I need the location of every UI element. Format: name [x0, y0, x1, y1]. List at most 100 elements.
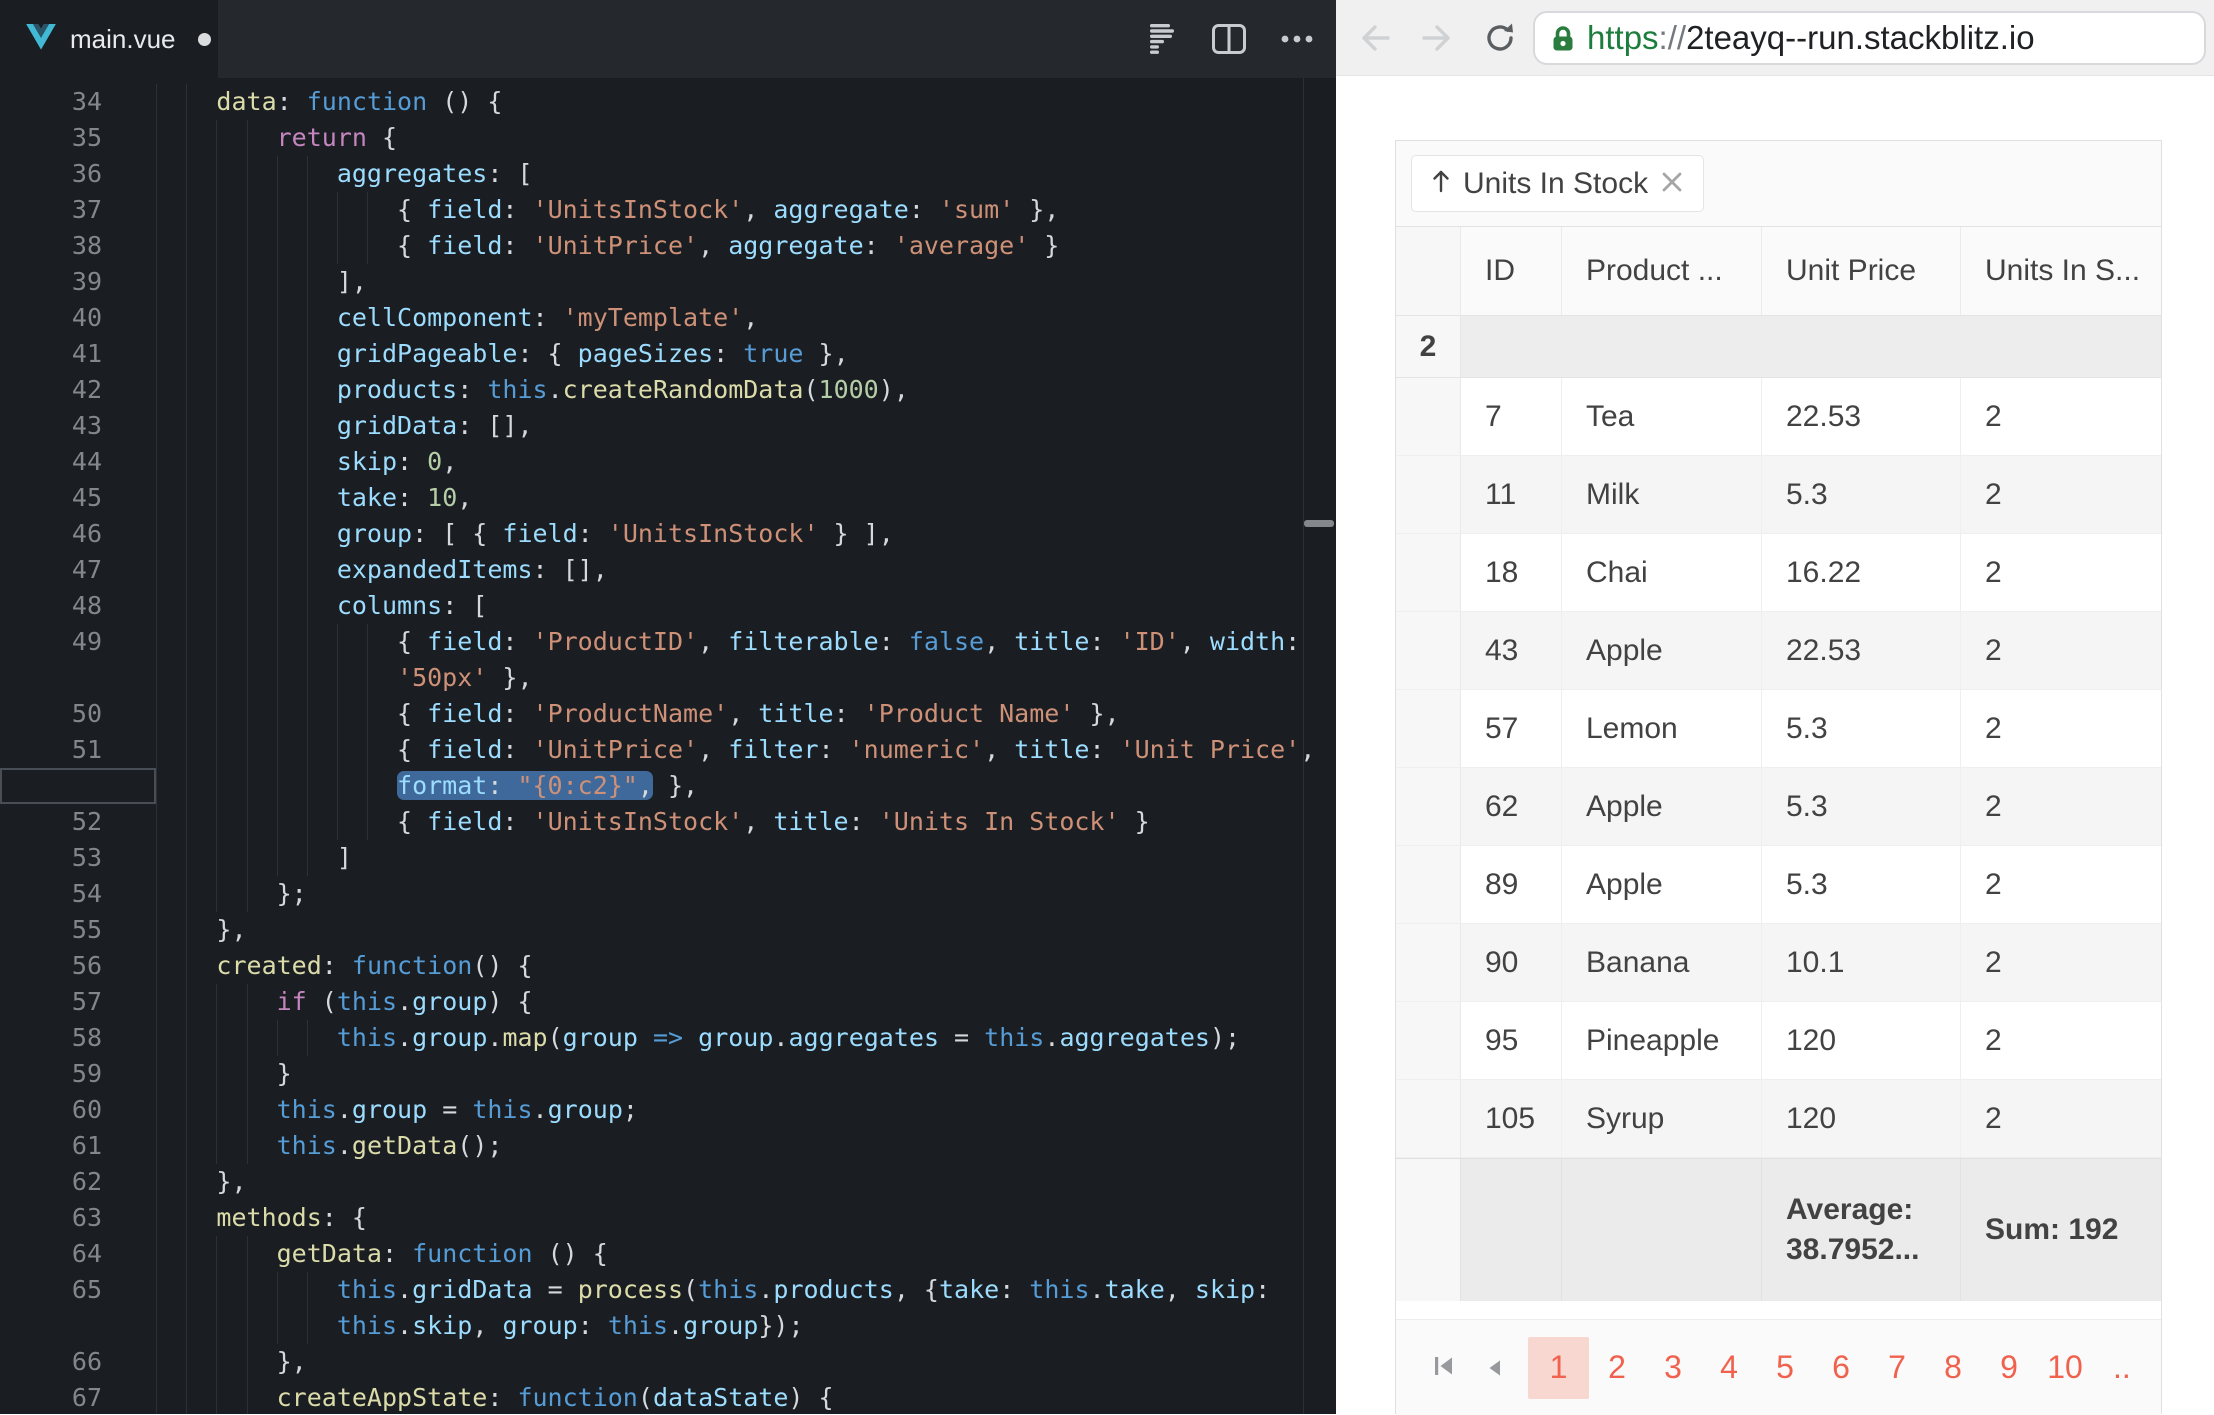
- line-number: 43: [0, 408, 102, 444]
- cell-units-in-stock: 2: [1961, 378, 2161, 456]
- pager-page-2[interactable]: 2: [1589, 1337, 1645, 1399]
- code-line-41[interactable]: 41 gridPageable: { pageSizes: true },: [0, 336, 1336, 372]
- code-line-63[interactable]: 63 methods: {: [0, 1200, 1336, 1236]
- table-row[interactable]: 105Syrup1202: [1396, 1080, 2161, 1158]
- cell-id: 57: [1461, 690, 1562, 768]
- pager-page-8[interactable]: 8: [1925, 1337, 1981, 1399]
- pager-page-1[interactable]: 1: [1528, 1337, 1589, 1399]
- table-row[interactable]: 62Apple5.32: [1396, 768, 2161, 846]
- code-line-40[interactable]: 40 cellComponent: 'myTemplate',: [0, 300, 1336, 336]
- first-page-icon[interactable]: [1432, 1349, 1456, 1386]
- line-number: 67: [0, 1380, 102, 1414]
- code-line-58[interactable]: 58 this.group.map(group => group.aggrega…: [0, 1020, 1336, 1056]
- forward-icon[interactable]: [1420, 21, 1454, 55]
- cell-product: Apple: [1562, 846, 1762, 924]
- code-line-50[interactable]: 50 { field: 'ProductName', title: 'Produ…: [0, 696, 1336, 732]
- line-number: 50: [0, 696, 102, 732]
- back-icon[interactable]: [1358, 21, 1392, 55]
- table-row[interactable]: 11Milk5.32: [1396, 456, 2161, 534]
- header-units-in-stock[interactable]: Units In S...: [1961, 227, 2161, 315]
- table-row[interactable]: 57Lemon5.32: [1396, 690, 2161, 768]
- group-row[interactable]: 2: [1396, 316, 2161, 378]
- table-row[interactable]: 95Pineapple1202: [1396, 1002, 2161, 1080]
- code-text: this.getData();: [96, 1128, 502, 1164]
- code-line-66[interactable]: 66 },: [0, 1344, 1336, 1380]
- tab-main-vue[interactable]: main.vue: [0, 0, 218, 78]
- pager-page-6[interactable]: 6: [1813, 1337, 1869, 1399]
- header-product-name[interactable]: Product ...: [1562, 227, 1762, 315]
- pager-page-5[interactable]: 5: [1757, 1337, 1813, 1399]
- url-bar[interactable]: https://2teayq--run.stackblitz.io: [1533, 11, 2206, 65]
- table-row[interactable]: 7Tea22.532: [1396, 378, 2161, 456]
- code-line-35[interactable]: 35 return {: [0, 120, 1336, 156]
- pager-more-pages[interactable]: ..: [2113, 1349, 2131, 1386]
- code-line-54[interactable]: 54 };: [0, 876, 1336, 912]
- pager-page-9[interactable]: 9: [1981, 1337, 2037, 1399]
- group-chip[interactable]: Units In Stock: [1411, 155, 1704, 212]
- prettier-icon[interactable]: [1150, 24, 1178, 54]
- code-line-37[interactable]: 37 { field: 'UnitsInStock', aggregate: '…: [0, 192, 1336, 228]
- more-options-icon[interactable]: [1280, 34, 1314, 44]
- pager-page-4[interactable]: 4: [1701, 1337, 1757, 1399]
- code-line-42[interactable]: 42 products: this.createRandomData(1000)…: [0, 372, 1336, 408]
- pager-page-3[interactable]: 3: [1645, 1337, 1701, 1399]
- cell-units-in-stock: 2: [1961, 534, 2161, 612]
- sort-asc-icon[interactable]: [1432, 167, 1450, 201]
- split-view-icon[interactable]: [1212, 24, 1246, 54]
- code-line-48[interactable]: 48 columns: [: [0, 588, 1336, 624]
- table-row[interactable]: 90Banana10.12: [1396, 924, 2161, 1002]
- code-text: this.gridData = process(this.products, {…: [96, 1272, 1270, 1308]
- code-line-60[interactable]: 60 this.group = this.group;: [0, 1092, 1336, 1128]
- group-panel[interactable]: Units In Stock: [1396, 141, 2161, 227]
- code-text: gridPageable: { pageSizes: true },: [96, 336, 849, 372]
- preview-body: Units In Stock ID Product ... Unit Price…: [1336, 76, 2214, 1414]
- header-id[interactable]: ID: [1461, 227, 1562, 315]
- code-line-56[interactable]: 56 created: function() {: [0, 948, 1336, 984]
- code-line-55[interactable]: 55 },: [0, 912, 1336, 948]
- code-line-59[interactable]: 59 }: [0, 1056, 1336, 1092]
- code-line-57[interactable]: 57 if (this.group) {: [0, 984, 1336, 1020]
- line-number: 39: [0, 264, 102, 300]
- pager-gap: [1396, 1301, 2161, 1319]
- cell-units-in-stock: 2: [1961, 1002, 2161, 1080]
- group-row-value[interactable]: 2: [1396, 316, 1461, 377]
- code-line-38[interactable]: 38 { field: 'UnitPrice', aggregate: 'ave…: [0, 228, 1336, 264]
- code-line-wrap[interactable]: format: "{0:c2}", },: [0, 768, 1336, 804]
- code-line-46[interactable]: 46 group: [ { field: 'UnitsInStock' } ],: [0, 516, 1336, 552]
- code-line-49[interactable]: 49 { field: 'ProductID', filterable: fal…: [0, 624, 1336, 660]
- code-editor[interactable]: 34 data: function () {35 return {36 aggr…: [0, 78, 1336, 1414]
- code-text: getData: function () {: [96, 1236, 608, 1272]
- code-line-43[interactable]: 43 gridData: [],: [0, 408, 1336, 444]
- code-line-61[interactable]: 61 this.getData();: [0, 1128, 1336, 1164]
- pager-page-7[interactable]: 7: [1869, 1337, 1925, 1399]
- refresh-icon[interactable]: [1482, 20, 1518, 56]
- cell-unit-price: 16.22: [1762, 534, 1961, 612]
- code-line-65[interactable]: 65 this.gridData = process(this.products…: [0, 1272, 1336, 1308]
- table-row[interactable]: 43Apple22.532: [1396, 612, 2161, 690]
- previous-page-icon[interactable]: [1484, 1349, 1504, 1386]
- code-line-36[interactable]: 36 aggregates: [: [0, 156, 1336, 192]
- table-row[interactable]: 89Apple5.32: [1396, 846, 2161, 924]
- code-line-39[interactable]: 39 ],: [0, 264, 1336, 300]
- code-line-53[interactable]: 53 ]: [0, 840, 1336, 876]
- code-line-44[interactable]: 44 skip: 0,: [0, 444, 1336, 480]
- code-line-62[interactable]: 62 },: [0, 1164, 1336, 1200]
- code-line-51[interactable]: 51 { field: 'UnitPrice', filter: 'numeri…: [0, 732, 1336, 768]
- cell-id: 7: [1461, 378, 1562, 456]
- code-line-34[interactable]: 34 data: function () {: [0, 84, 1336, 120]
- code-line-wrap[interactable]: '50px' },: [0, 660, 1336, 696]
- code-line-45[interactable]: 45 take: 10,: [0, 480, 1336, 516]
- code-line-47[interactable]: 47 expandedItems: [],: [0, 552, 1336, 588]
- code-line-52[interactable]: 52 { field: 'UnitsInStock', title: 'Unit…: [0, 804, 1336, 840]
- code-line-64[interactable]: 64 getData: function () {: [0, 1236, 1336, 1272]
- table-row[interactable]: 18Chai16.222: [1396, 534, 2161, 612]
- pager-page-10[interactable]: 10: [2037, 1337, 2093, 1399]
- code-line-67[interactable]: 67 createAppState: function(dataState) {: [0, 1380, 1336, 1414]
- code-text: group: [ { field: 'UnitsInStock' } ],: [96, 516, 894, 552]
- header-unit-price[interactable]: Unit Price: [1762, 227, 1961, 315]
- close-icon[interactable]: [1661, 167, 1683, 201]
- row-hierarchy-cell: [1396, 612, 1461, 690]
- line-number: 34: [0, 84, 102, 120]
- code-line-wrap[interactable]: this.skip, group: this.group});: [0, 1308, 1336, 1344]
- cell-units-in-stock: 2: [1961, 846, 2161, 924]
